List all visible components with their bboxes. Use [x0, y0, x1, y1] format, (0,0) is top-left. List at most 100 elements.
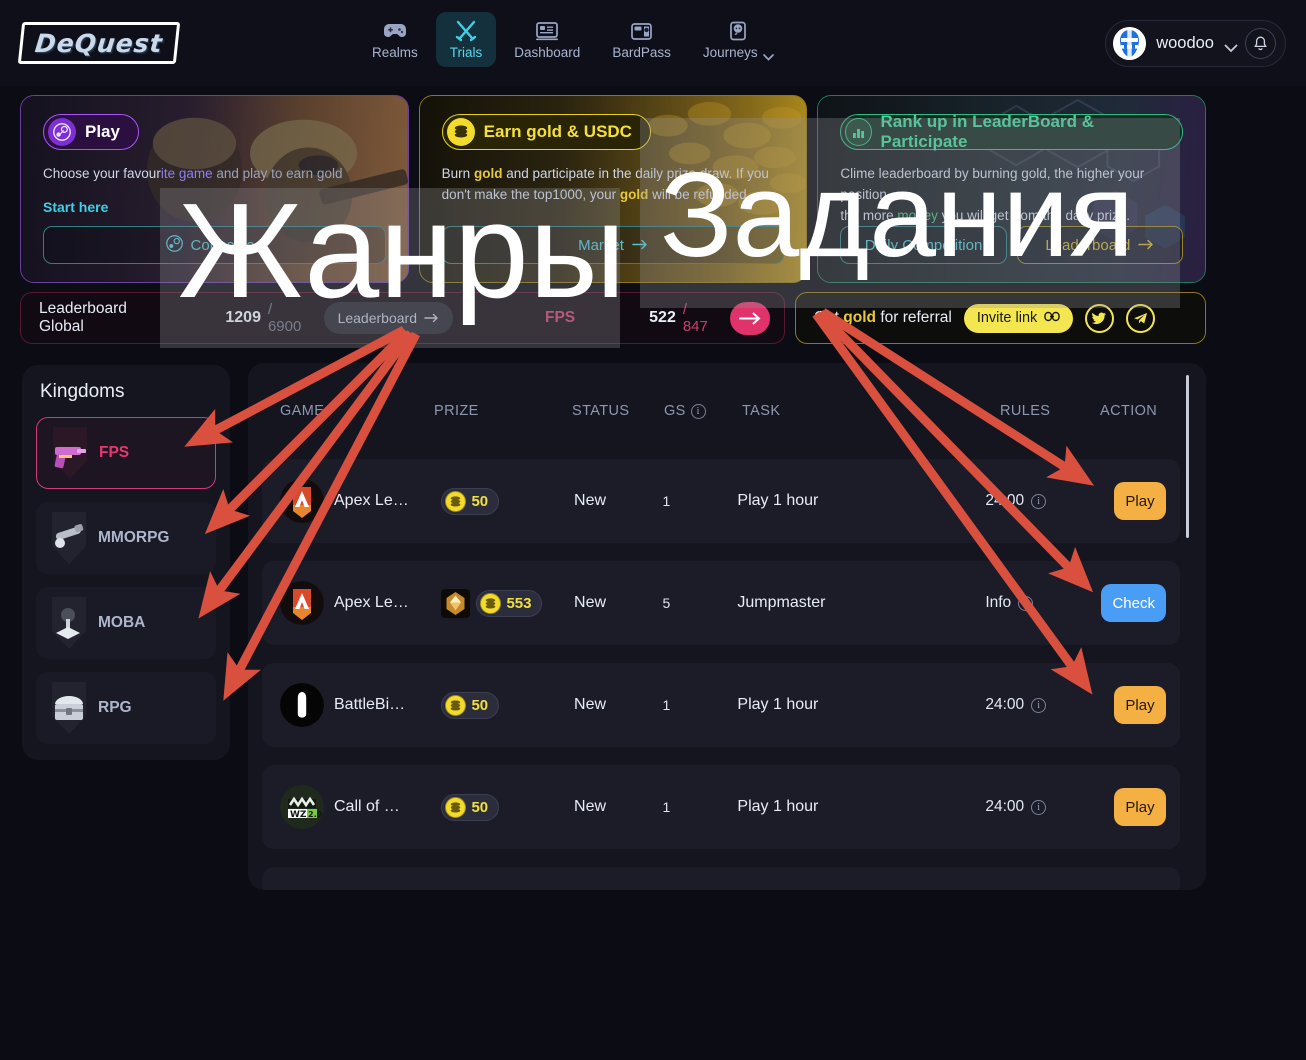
table-row[interactable]: Apex Le… 553 New 5 Jumpmaster Info i Che… — [262, 561, 1180, 645]
coins-icon — [446, 118, 475, 146]
banner-earn-title-pill: Earn gold & USDC — [441, 114, 651, 150]
status-badge: New — [574, 594, 607, 611]
nav-label-journeys: Journeys — [702, 45, 758, 60]
info-icon[interactable]: i — [1031, 493, 1047, 509]
info-icon[interactable]: i — [1031, 697, 1047, 713]
info-icon[interactable]: i — [690, 403, 706, 419]
banner-play-title: Play — [85, 122, 120, 141]
info-icon[interactable]: i — [1018, 595, 1034, 611]
cell-rules: 24:00 i — [985, 798, 1081, 816]
table-row[interactable]: Apex Le… 50 New 1 Play 1 hour 24:00 i Pl… — [262, 459, 1180, 543]
top-header: DeQuest Realms Trials Dashboard BardPass… — [0, 0, 1306, 86]
referral-text: Get gold for referral — [814, 309, 952, 327]
nav-item-journeys[interactable]: Journeys — [689, 12, 788, 67]
task-text: Jumpmaster — [737, 594, 826, 611]
dashboard-icon — [534, 20, 560, 42]
game-name: Apex Le… — [334, 492, 409, 509]
play-button[interactable]: Play — [1113, 788, 1166, 826]
joystick-icon — [44, 594, 94, 652]
annotation-label-genres: Жанры — [178, 175, 626, 326]
cell-task: Play 1 hour — [737, 798, 985, 816]
sidebar-item-label-rpg: RPG — [98, 699, 132, 716]
cell-task: Play 1 hour — [737, 696, 985, 714]
cell-gs: 5 — [662, 595, 737, 611]
prize-chip: 50 — [441, 487, 500, 515]
check-button-label: Check — [1112, 594, 1155, 612]
card-icon — [629, 20, 655, 42]
gs-value: 1 — [662, 493, 671, 509]
cell-rules: Info i — [985, 594, 1081, 612]
rules-text-wrap: 24:00 i — [985, 798, 1047, 816]
sidebar-item-label-moba: MOBA — [98, 614, 146, 631]
column-header-task: TASK — [742, 403, 781, 419]
info-icon[interactable]: i — [1031, 799, 1047, 815]
game-name: Call of … — [334, 798, 400, 815]
cell-status: New — [574, 798, 662, 816]
table-scrollbar[interactable] — [1186, 375, 1189, 538]
nav-label-dashboard: Dashboard — [514, 45, 581, 60]
cell-status: New — [574, 594, 662, 612]
banner-play-title-pill: Play — [43, 114, 139, 150]
prize-value: 50 — [471, 696, 489, 714]
cell-gs: 1 — [662, 697, 737, 713]
sidebar-item-mmorpg[interactable]: MMORPG — [36, 502, 216, 574]
sidebar-item-label-mmorpg: MMORPG — [98, 529, 170, 546]
invite-link-label: Invite link — [976, 310, 1038, 326]
column-header-status: STATUS — [572, 403, 630, 419]
bell-icon[interactable] — [1245, 28, 1276, 59]
nav-item-trials[interactable]: Trials — [435, 12, 497, 67]
apex-legends-logo — [280, 479, 324, 523]
table-row[interactable] — [262, 867, 1180, 890]
kingdoms-sidebar: Kingdoms FPS MMORPG MOBA RPG — [22, 365, 230, 760]
task-text: Play 1 hour — [737, 492, 819, 509]
table-row[interactable]: WZ 2.0 Call of … 50 New 1 Play 1 hour 24… — [262, 765, 1180, 849]
username-label: woodoo — [1156, 34, 1214, 52]
nav-label-realms: Realms — [372, 45, 418, 60]
pistol-icon — [45, 424, 95, 482]
logo-text: DeQuest — [33, 28, 165, 58]
chest-icon — [44, 679, 94, 737]
cell-game: Apex Le… — [276, 479, 441, 523]
account-menu[interactable]: woodoo — [1105, 20, 1286, 67]
nav-label-trials: Trials — [449, 45, 483, 60]
rules-text: Info — [985, 594, 1012, 611]
sidebar-item-moba[interactable]: MOBA — [36, 587, 216, 659]
play-button[interactable]: Play — [1113, 686, 1166, 724]
check-button[interactable]: Check — [1101, 584, 1166, 622]
prize-chip: 50 — [441, 793, 500, 821]
arrow-right-icon — [738, 312, 761, 324]
call-of-duty-mwz-logo: WZ 2.0 — [280, 785, 324, 829]
play-button[interactable]: Play — [1113, 482, 1166, 520]
cell-prize: 50 — [441, 691, 574, 719]
coin-icon — [445, 694, 467, 716]
nav-item-bardpass[interactable]: BardPass — [598, 12, 685, 67]
cell-task: Jumpmaster — [737, 594, 985, 612]
table-header: GAME PRIZE STATUS GS i TASK RULES ACTION — [248, 385, 1206, 437]
cell-game: WZ 2.0 Call of … — [276, 785, 441, 829]
column-header-game: GAME — [280, 403, 325, 419]
column-header-action: ACTION — [1100, 403, 1158, 419]
cell-action: Play — [1081, 482, 1166, 520]
nav-label-bardpass: BardPass — [612, 45, 671, 60]
status-badge: New — [574, 696, 607, 713]
cell-gs: 1 — [662, 493, 737, 509]
leaderboard-global-label: Leaderboard Global — [39, 300, 127, 335]
cell-status: New — [574, 492, 662, 510]
gamepad-icon — [382, 20, 408, 42]
table-row[interactable]: BattleBi… 50 New 1 Play 1 hour 24:00 i P… — [262, 663, 1180, 747]
coin-icon — [445, 490, 467, 512]
play-button-label: Play — [1125, 492, 1155, 510]
task-text: Play 1 hour — [737, 696, 819, 713]
task-text: Play 1 hour — [737, 798, 819, 815]
nav-item-realms[interactable]: Realms — [358, 12, 432, 67]
sidebar-item-fps[interactable]: FPS — [36, 417, 216, 489]
banner-earn-title: Earn gold & USDC — [483, 122, 632, 141]
chevron-down-icon[interactable] — [1224, 40, 1238, 53]
dequest-logo[interactable]: DeQuest — [17, 22, 181, 64]
banner-play-desc-a: Choose your favour — [43, 166, 161, 181]
battlebit-logo — [280, 683, 324, 727]
rules-text: 24:00 — [985, 696, 1025, 713]
chevron-down-icon — [762, 49, 774, 61]
nav-item-dashboard[interactable]: Dashboard — [500, 12, 594, 67]
sidebar-item-rpg[interactable]: RPG — [36, 672, 216, 744]
